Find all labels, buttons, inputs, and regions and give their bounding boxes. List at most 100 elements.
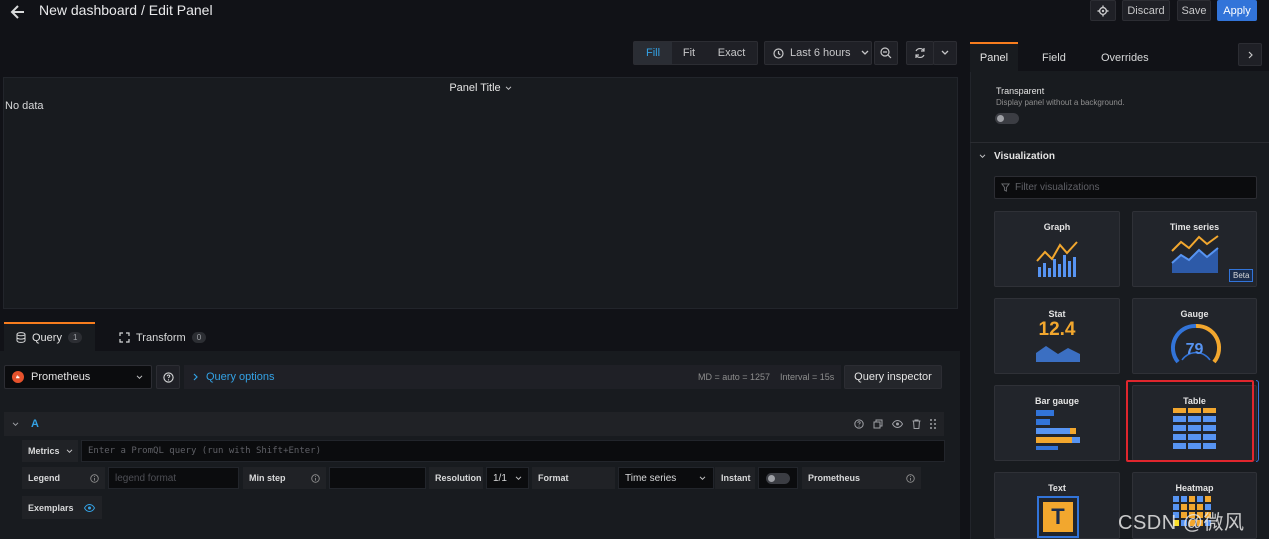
- text-viz-glyph: T: [1043, 502, 1073, 532]
- chevron-down-icon: [861, 50, 869, 56]
- transform-icon: [119, 332, 130, 343]
- filter-visualizations-input[interactable]: Filter visualizations: [994, 176, 1257, 199]
- fit-button[interactable]: Fit: [672, 42, 706, 64]
- datasource-help-button[interactable]: [156, 365, 180, 389]
- info-icon[interactable]: [906, 473, 915, 483]
- chevron-down-icon: [12, 421, 19, 427]
- panel-title-menu[interactable]: Panel Title: [4, 82, 957, 94]
- copy-icon[interactable]: [873, 419, 883, 429]
- chevron-right-icon: [193, 373, 198, 381]
- graph-viz-icon: [1036, 235, 1080, 279]
- drag-handle-icon[interactable]: [930, 419, 936, 429]
- bar-gauge-viz-icon: [1036, 409, 1080, 451]
- no-data-message: No data: [5, 100, 44, 112]
- info-icon[interactable]: [311, 473, 320, 483]
- query-row-header[interactable]: A: [4, 412, 944, 436]
- page-title: New dashboard / Edit Panel: [39, 2, 213, 18]
- tab-field[interactable]: Field: [1042, 52, 1066, 64]
- view-mode-group: Fill Fit Exact: [633, 41, 758, 65]
- tab-query[interactable]: Query 1: [4, 322, 95, 351]
- viz-gauge-label: Gauge: [1180, 309, 1209, 319]
- chevron-down-icon: [66, 448, 73, 454]
- resolution-label: Resolution: [429, 467, 483, 489]
- exact-button[interactable]: Exact: [706, 42, 757, 64]
- viz-card-gauge[interactable]: Gauge 79: [1132, 298, 1257, 374]
- refresh-interval-dropdown[interactable]: [933, 41, 957, 65]
- min-step-input[interactable]: [329, 467, 426, 489]
- min-step-label-text: Min step: [249, 473, 286, 483]
- time-series-viz-icon: [1171, 235, 1219, 273]
- settings-gear-button[interactable]: [1090, 0, 1116, 21]
- time-picker[interactable]: Last 6 hours: [764, 41, 872, 65]
- csdn-watermark: CSDN @微风: [1118, 512, 1245, 534]
- query-count-badge: 1: [67, 332, 83, 343]
- legend-label: Legend: [22, 467, 105, 489]
- save-button[interactable]: Save: [1177, 0, 1211, 21]
- chevron-down-icon: [979, 154, 986, 159]
- format-value: Time series: [625, 472, 677, 484]
- transparent-toggle[interactable]: [995, 113, 1019, 124]
- exemplars-toggle[interactable]: Exemplars: [22, 496, 102, 519]
- viz-card-bar-gauge[interactable]: Bar gauge: [994, 385, 1120, 461]
- resolution-value: 1/1: [493, 472, 507, 484]
- database-icon: [16, 332, 26, 343]
- refresh-icon: [914, 47, 926, 59]
- query-options-bar[interactable]: Query options MD = auto = 1257 Interval …: [184, 365, 841, 389]
- prometheus-logo-icon: [12, 371, 24, 383]
- instant-toggle[interactable]: [766, 472, 790, 484]
- eye-icon[interactable]: [892, 420, 903, 428]
- filter-placeholder: Filter visualizations: [1015, 182, 1100, 193]
- pane-divider: [970, 142, 1269, 143]
- table-blue-border: [1256, 380, 1259, 462]
- stat-value-display: 12.4: [1038, 319, 1076, 340]
- clock-icon: [773, 47, 784, 59]
- chevron-down-icon: [515, 475, 522, 481]
- viz-card-graph[interactable]: Graph: [994, 211, 1120, 287]
- resolution-select[interactable]: 1/1: [486, 467, 529, 489]
- zoom-out-icon: [880, 47, 892, 59]
- apply-button[interactable]: Apply: [1217, 0, 1257, 21]
- visualization-section-header[interactable]: Visualization: [979, 151, 1055, 162]
- promql-query-input[interactable]: Enter a PromQL query (run with Shift+Ent…: [81, 440, 945, 462]
- instant-label: Instant: [715, 467, 755, 489]
- instant-toggle-wrap: [758, 467, 798, 489]
- viz-card-text[interactable]: Text T: [994, 472, 1120, 539]
- chevron-down-icon: [699, 475, 706, 481]
- viz-heatmap-label: Heatmap: [1175, 483, 1214, 493]
- panel-title: Panel Title: [449, 82, 501, 94]
- info-icon[interactable]: [90, 473, 99, 483]
- refresh-button[interactable]: [906, 41, 934, 65]
- viz-graph-label: Graph: [1043, 222, 1071, 232]
- viz-stat-label: Stat: [1048, 309, 1066, 319]
- tab-transform[interactable]: Transform 0: [119, 324, 207, 351]
- collapse-pane-button[interactable]: [1238, 43, 1262, 66]
- trash-icon[interactable]: [912, 419, 921, 429]
- viz-card-time-series[interactable]: Time series Beta: [1132, 211, 1257, 287]
- query-inspector-button[interactable]: Query inspector: [844, 365, 942, 389]
- discard-button[interactable]: Discard: [1122, 0, 1170, 21]
- legend-label-text: Legend: [28, 473, 61, 483]
- help-icon[interactable]: [854, 419, 864, 429]
- viz-bar-gauge-label: Bar gauge: [1034, 396, 1079, 406]
- metrics-dropdown[interactable]: Metrics: [22, 440, 78, 462]
- datasource-picker[interactable]: Prometheus: [4, 365, 152, 389]
- exemplars-label: Exemplars: [28, 502, 74, 513]
- panel-preview: Panel Title No data: [3, 77, 958, 309]
- stat-sparkline-icon: [1036, 343, 1080, 362]
- time-range-label: Last 6 hours: [790, 47, 851, 59]
- legend-format-input[interactable]: legend format: [108, 467, 239, 489]
- tab-overrides[interactable]: Overrides: [1101, 52, 1149, 64]
- visualization-section-label: Visualization: [994, 151, 1055, 162]
- viz-card-stat[interactable]: Stat 12.4: [994, 298, 1120, 374]
- format-select[interactable]: Time series: [618, 467, 714, 489]
- back-arrow-icon[interactable]: [8, 2, 28, 22]
- transparent-option-title: Transparent: [996, 86, 1045, 96]
- query-ref-id: A: [31, 418, 39, 430]
- fill-button[interactable]: Fill: [634, 42, 672, 64]
- beta-badge: Beta: [1229, 269, 1254, 282]
- chevron-down-icon: [505, 85, 512, 91]
- question-circle-icon: [162, 371, 174, 383]
- min-step-label: Min step: [243, 467, 326, 489]
- tab-panel[interactable]: Panel: [970, 42, 1018, 72]
- zoom-out-button[interactable]: [874, 41, 898, 65]
